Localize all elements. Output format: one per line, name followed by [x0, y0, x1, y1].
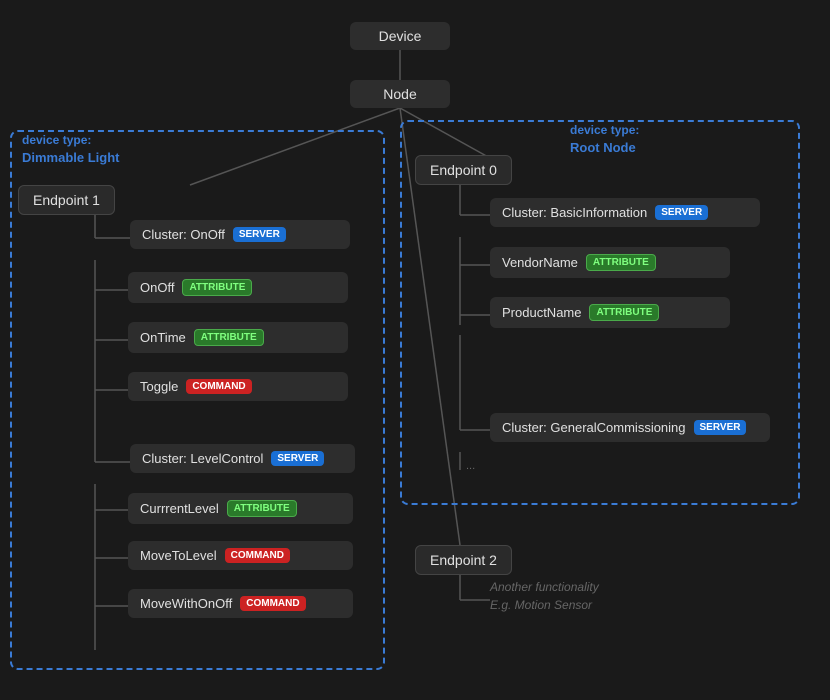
- command-badge: COMMAND: [186, 379, 251, 394]
- toggle-command: Toggle COMMAND: [128, 372, 348, 401]
- cluster-basicinfo: Cluster: BasicInformation SERVER: [490, 198, 760, 227]
- attribute-badge-3: ATTRIBUTE: [227, 500, 297, 517]
- currentlevel-attribute: CurrrentLevel ATTRIBUTE: [128, 493, 353, 524]
- command-badge-3: COMMAND: [240, 596, 305, 611]
- root-node-label: device type: Root Node: [570, 122, 639, 157]
- attribute-badge-4: ATTRIBUTE: [586, 254, 656, 271]
- server-badge-3: SERVER: [655, 205, 708, 220]
- device-node: Device: [350, 22, 450, 50]
- server-badge: SERVER: [233, 227, 286, 242]
- server-badge-4: SERVER: [694, 420, 747, 435]
- server-badge-2: SERVER: [271, 451, 324, 466]
- attribute-badge-2: ATTRIBUTE: [194, 329, 264, 346]
- endpoint2-label: Endpoint 2: [415, 545, 512, 575]
- node-node: Node: [350, 80, 450, 108]
- command-badge-2: COMMAND: [225, 548, 290, 563]
- cluster-onoff: Cluster: OnOff SERVER: [130, 220, 350, 249]
- movewithonoff-command: MoveWithOnOff COMMAND: [128, 589, 353, 618]
- endpoint1-label: Endpoint 1: [18, 185, 115, 215]
- attribute-badge-5: ATTRIBUTE: [589, 304, 659, 321]
- dimmable-light-label: device type: Dimmable Light: [22, 132, 120, 167]
- productname-attribute: ProductName ATTRIBUTE: [490, 297, 730, 328]
- ontime-attribute: OnTime ATTRIBUTE: [128, 322, 348, 353]
- vendorname-attribute: VendorName ATTRIBUTE: [490, 247, 730, 278]
- more-indicator: ...: [466, 460, 475, 472]
- onoff-attribute: OnOff ATTRIBUTE: [128, 272, 348, 303]
- movetolevel-command: MoveToLevel COMMAND: [128, 541, 353, 570]
- cluster-generalcommissioning: Cluster: GeneralCommissioning SERVER: [490, 413, 770, 442]
- functionality-description: Another functionality E.g. Motion Sensor: [490, 578, 599, 614]
- cluster-levelcontrol: Cluster: LevelControl SERVER: [130, 444, 355, 473]
- attribute-badge: ATTRIBUTE: [182, 279, 252, 296]
- endpoint0-label: Endpoint 0: [415, 155, 512, 185]
